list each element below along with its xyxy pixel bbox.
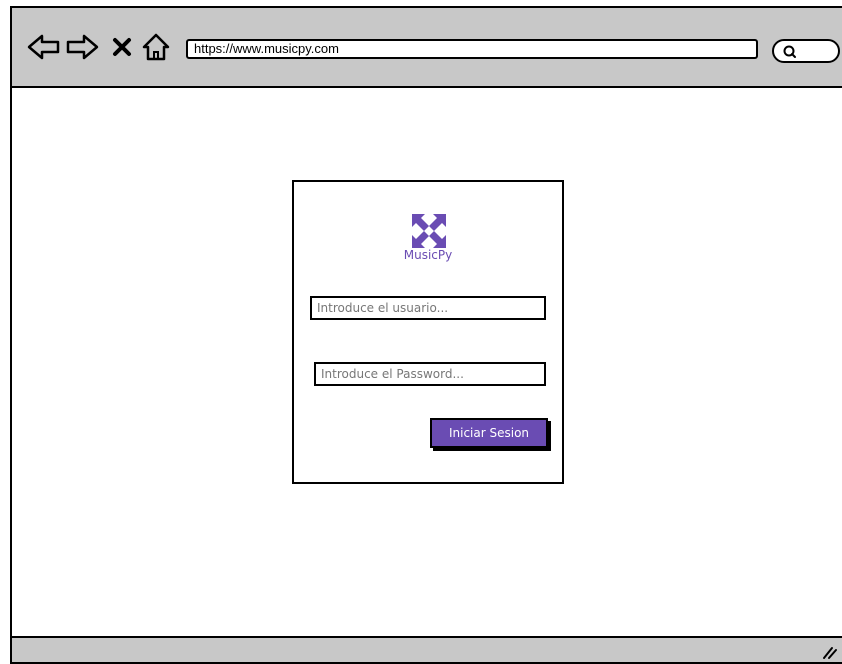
browser-statusbar (12, 636, 842, 662)
resize-handle-icon[interactable] (820, 642, 838, 660)
brand-name: MusicPy (403, 248, 453, 262)
home-icon[interactable] (140, 32, 172, 62)
url-input[interactable]: https://www.musicpy.com (186, 39, 758, 59)
logo-expand-icon (412, 214, 446, 248)
forward-arrow-icon[interactable] (64, 32, 100, 62)
username-input[interactable]: Introduce el usuario... (310, 296, 546, 320)
login-button[interactable]: Iniciar Sesion (430, 418, 548, 448)
close-icon[interactable] (110, 32, 134, 62)
login-card: MusicPy Introduce el usuario... Introduc… (292, 180, 564, 484)
back-arrow-icon[interactable] (26, 32, 62, 62)
browser-search-button[interactable] (772, 39, 840, 63)
search-icon (783, 45, 796, 58)
browser-toolbar: https://www.musicpy.com (12, 8, 842, 88)
password-input[interactable]: Introduce el Password... (314, 362, 546, 386)
browser-window: https://www.musicpy.com MusicPy Introduc… (10, 6, 842, 664)
